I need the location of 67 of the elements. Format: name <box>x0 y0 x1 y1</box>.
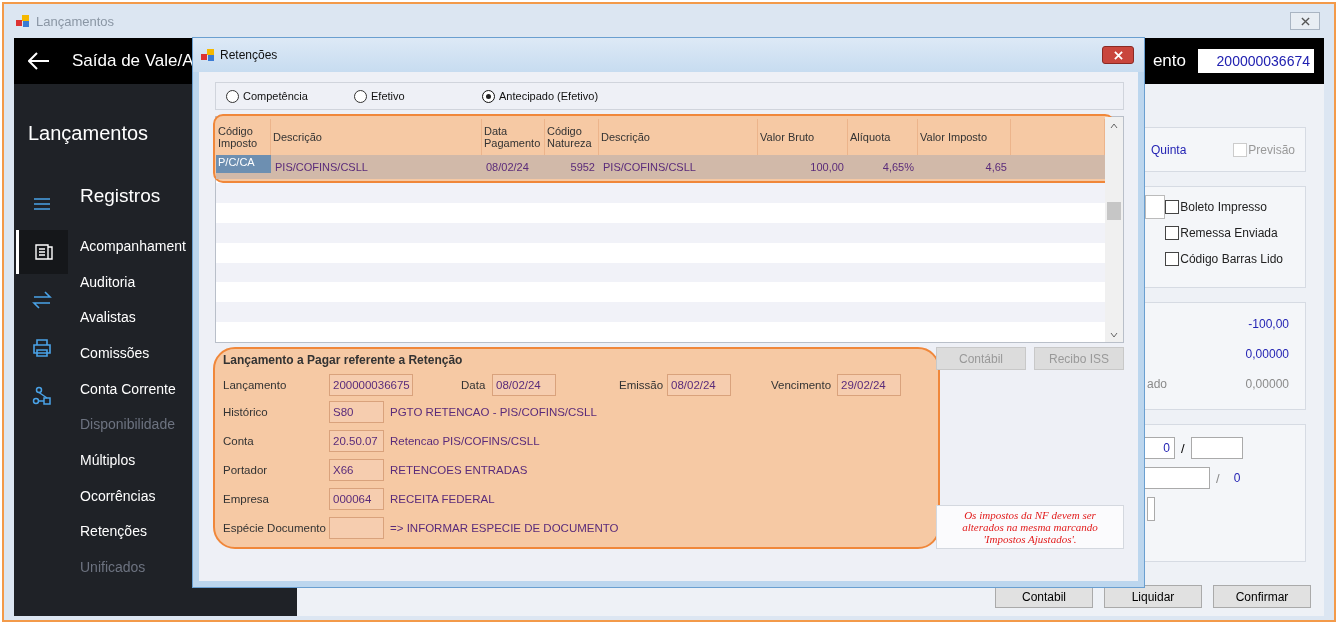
sidebar-item[interactable]: Conta Corrente <box>80 370 176 407</box>
separator-text: / <box>1181 440 1185 456</box>
checkbox[interactable]: Remessa Enviada <box>1165 226 1283 240</box>
sidebar-item[interactable]: Auditoria <box>80 263 136 300</box>
group-title: Lançamento a Pagar referente a Retenção <box>223 353 464 367</box>
amount-value: -100,00 <box>1248 317 1289 331</box>
field-label: Portador <box>223 463 269 476</box>
field-label: Conta <box>223 434 255 447</box>
radio-button[interactable]: Efetivo <box>354 89 482 103</box>
warning-note: Os impostos da NF devem ser alterados na mesma marcando 'Impostos Ajustados'. <box>936 505 1124 549</box>
sidebar-item[interactable]: Acompanhament <box>80 228 186 264</box>
dialog-title: Retenções <box>220 48 278 62</box>
field-label: Emissão <box>619 379 665 391</box>
input-field[interactable]: X66 <box>329 458 384 481</box>
page-title: Saída de Vale/A <box>72 51 194 71</box>
input-field[interactable]: S80 <box>329 400 384 423</box>
table-cell-text: PIS/COFINS/CSLL <box>602 160 697 175</box>
table-cell-text: 100,00 <box>809 160 845 175</box>
action-button[interactable]: Liquidar <box>1104 585 1202 608</box>
field-description: => INFORMAR ESPECIE DE DOCUMENTO <box>390 521 619 534</box>
action-button[interactable]: Confirmar <box>1213 585 1311 608</box>
field-label: Lançamento <box>223 379 288 391</box>
sidebar-item[interactable]: Retenções <box>80 513 147 550</box>
table-cell-text: 08/02/24 <box>485 160 530 175</box>
input-field[interactable]: 200000036675 <box>329 374 413 396</box>
field-description: RETENCOES ENTRADAS <box>390 463 528 476</box>
field-label: Histórico <box>223 405 269 418</box>
sidebar-item[interactable]: Comissões <box>80 335 150 371</box>
field-label: Empresa <box>223 492 271 505</box>
sidebar-item[interactable]: Ocorrências <box>80 477 156 514</box>
field-description: RECEITA FEDERAL <box>390 492 495 505</box>
document-number-field[interactable]: 200000036674 <box>1198 49 1314 73</box>
table-cell-text: 4,65 <box>984 160 1008 175</box>
field-label: Vencimento <box>771 379 833 391</box>
radio-label: Efetivo <box>371 90 405 102</box>
input-field[interactable]: 000064 <box>329 487 384 510</box>
amount-value: 0,00000 <box>1245 347 1289 361</box>
field-label: Espécie Documento <box>223 521 327 534</box>
field-label: ento <box>1152 51 1186 71</box>
field-description: PGTO RETENCAO - PIS/COFINS/CSLL <box>390 405 597 418</box>
window-title: Lançamentos <box>36 13 115 29</box>
radio-button[interactable]: Antecipado (Efetivo) <box>482 89 599 103</box>
input-field[interactable]: 20.50.07 <box>329 429 384 452</box>
sidebar-title: Lançamentos <box>28 122 149 146</box>
table-cell-text: 5952 <box>569 160 596 175</box>
radio-button[interactable]: Competência <box>226 89 354 103</box>
count-value: 0 <box>1233 471 1241 485</box>
amount-value: 0,00000 <box>1245 377 1289 391</box>
table-cell-text: PIS/COFINS/CSLL <box>274 160 369 175</box>
checkbox[interactable]: Código Barras Lido <box>1165 252 1283 266</box>
value-label: ado <box>1147 377 1168 391</box>
table-cell: P/C/CA <box>216 155 271 173</box>
radio-label: Antecipado (Efetivo) <box>499 90 599 102</box>
table-row[interactable]: P/C/CA PIS/COFINS/CSLL 08/02/24 5952 PIS/COFINS/CSLL 100,00 4,65% 4,65 <box>216 155 1105 179</box>
field-label: Data <box>461 379 487 391</box>
table-cell-text: 4,65% <box>881 160 915 175</box>
section-title: Registros <box>80 184 161 208</box>
radio-label: Competência <box>243 90 308 102</box>
sidebar-item[interactable]: Avalistas <box>80 299 136 336</box>
input-field[interactable]: 29/02/24 <box>837 374 901 396</box>
sidebar-item[interactable]: Múltiplos <box>80 442 136 478</box>
input-field[interactable]: 08/02/24 <box>492 374 556 396</box>
field-description: Retencao PIS/COFINS/CSLL <box>390 434 540 447</box>
weekday-link[interactable]: Quinta <box>1151 142 1187 157</box>
separator-text: / <box>1216 470 1220 486</box>
input-field[interactable]: 08/02/24 <box>667 374 731 396</box>
checkbox[interactable]: Boleto Impresso <box>1165 200 1283 214</box>
